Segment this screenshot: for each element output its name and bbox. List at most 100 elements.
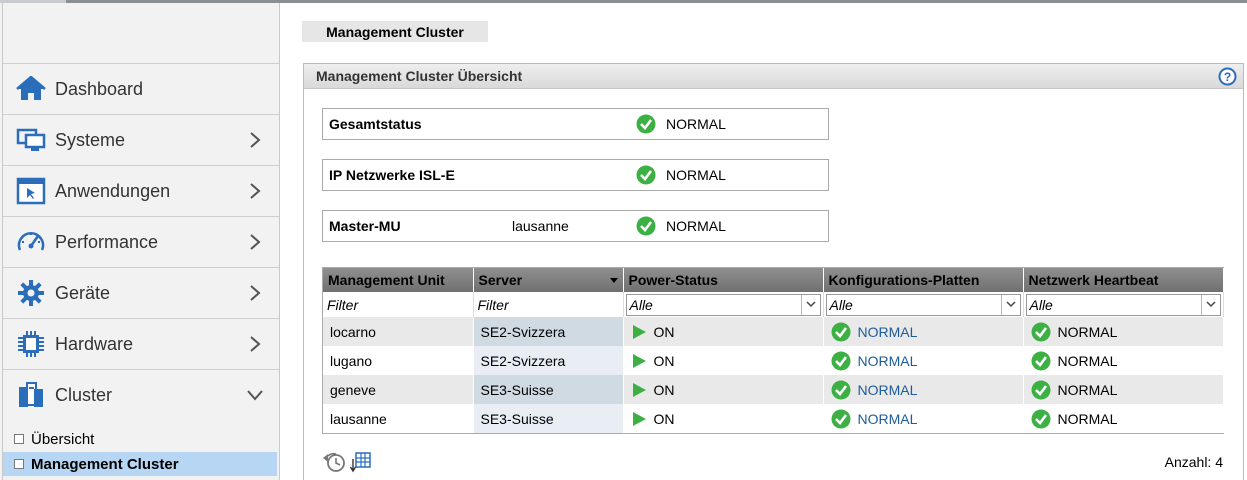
help-icon[interactable]: ? — [1218, 67, 1237, 86]
table-footer-toolbar — [322, 451, 372, 473]
check-circle-icon — [636, 165, 656, 185]
status-state-text: NORMAL — [666, 167, 726, 183]
unit-filter-input[interactable]: Filter — [325, 297, 471, 313]
sidebar-subitem-label: Übersicht — [31, 430, 95, 448]
play-icon — [632, 353, 646, 368]
sidebar-subitem-management-cluster[interactable]: Management Cluster — [3, 452, 277, 476]
heartbeat-text: NORMAL — [1057, 352, 1118, 369]
sidebar-subitem-label: Management Cluster — [31, 455, 179, 473]
chevron-right-icon — [250, 183, 261, 199]
chevron-down-icon — [1200, 294, 1220, 315]
chevron-down-icon — [1000, 294, 1020, 315]
chevron-down-icon — [800, 294, 820, 315]
cell-unit: locarno — [323, 317, 474, 346]
column-header-power-status[interactable]: Power-Status — [623, 268, 824, 292]
config-link[interactable]: NORMAL — [858, 382, 918, 398]
cell-heartbeat: NORMAL — [1023, 317, 1224, 346]
cell-heartbeat: NORMAL — [1023, 404, 1224, 433]
select-value: Alle — [629, 296, 653, 313]
table-header-row: Management Unit Server Power-Status Konf… — [323, 268, 1224, 292]
bullet-box-icon — [14, 434, 24, 444]
svg-text:?: ? — [1224, 70, 1231, 84]
sidebar-item-label: Cluster — [55, 384, 113, 405]
server-filter-input[interactable]: Filter — [476, 297, 621, 313]
power-status-filter-select[interactable]: Alle — [625, 293, 821, 316]
config-link[interactable]: NORMAL — [858, 324, 918, 340]
status-label: Gesamtstatus — [329, 116, 422, 132]
sidebar-item-label: Hardware — [55, 333, 134, 354]
status-state: NORMAL — [636, 216, 726, 236]
chip-icon — [15, 328, 47, 360]
application-window-icon — [15, 175, 47, 207]
sidebar-item-geraete[interactable]: Geräte — [3, 267, 279, 318]
cell-server: SE3-Suisse — [473, 404, 624, 433]
cell-unit: lugano — [323, 346, 474, 375]
cluster-icon — [15, 379, 47, 411]
sidebar-item-label: Performance — [55, 231, 159, 252]
config-link[interactable]: NORMAL — [858, 411, 918, 427]
check-circle-icon — [831, 409, 850, 428]
heartbeat-text: NORMAL — [1057, 381, 1118, 398]
heartbeat-filter-select[interactable]: Alle — [1025, 293, 1221, 316]
check-circle-icon — [1031, 409, 1050, 428]
column-header-konfigurations-platten[interactable]: Konfigurations-Platten — [823, 268, 1024, 292]
check-circle-icon — [636, 114, 656, 134]
check-circle-icon — [831, 380, 850, 399]
cell-heartbeat: NORMAL — [1023, 346, 1224, 375]
sidebar-item-label: Anwendungen — [55, 180, 171, 201]
cell-config: NORMAL — [823, 375, 1024, 404]
sidebar-item-cluster[interactable]: Cluster — [3, 369, 279, 420]
chevron-down-icon — [247, 390, 263, 401]
status-state: NORMAL — [636, 165, 726, 185]
config-link[interactable]: NORMAL — [858, 353, 918, 369]
cell-power: ON — [623, 317, 824, 346]
check-circle-icon — [831, 351, 850, 370]
select-value: Alle — [829, 296, 853, 313]
check-circle-icon — [1031, 322, 1050, 341]
column-header-netzwerk-heartbeat[interactable]: Netzwerk Heartbeat — [1023, 268, 1224, 292]
status-label: IP Netzwerke ISL-E — [329, 167, 455, 183]
sidebar: Dashboard Systeme Anwendungen Performanc… — [0, 3, 280, 480]
chevron-right-icon — [250, 285, 261, 301]
refresh-history-icon[interactable] — [322, 451, 348, 473]
sidebar-subitem-uebersicht[interactable]: Übersicht — [3, 427, 277, 451]
config-filter-select[interactable]: Alle — [825, 293, 1021, 316]
heartbeat-text: NORMAL — [1057, 323, 1118, 340]
table-row[interactable]: lugano SE2-Svizzera ON NORMAL NORMAL — [323, 346, 1224, 375]
table-row[interactable]: geneve SE3-Suisse ON NORMAL NORMAL — [323, 375, 1224, 404]
page-title-tab[interactable]: Management Cluster — [302, 21, 488, 42]
column-header-management-unit[interactable]: Management Unit — [323, 268, 474, 292]
gauge-icon — [15, 226, 47, 258]
power-text: ON — [653, 323, 675, 340]
cell-server: SE2-Svizzera — [473, 317, 624, 346]
power-text: ON — [653, 352, 675, 369]
table-row[interactable]: lausanne SE3-Suisse ON NORMAL NORMAL — [323, 404, 1224, 433]
column-header-server[interactable]: Server — [473, 268, 624, 292]
cell-server: SE2-Svizzera — [473, 346, 624, 375]
table-export-icon[interactable] — [350, 451, 372, 473]
cell-server: SE3-Suisse — [473, 375, 624, 404]
play-icon — [632, 324, 646, 339]
sidebar-item-hardware[interactable]: Hardware — [3, 318, 279, 369]
check-circle-icon — [636, 216, 656, 236]
cell-power: ON — [623, 375, 824, 404]
cell-config: NORMAL — [823, 346, 1024, 375]
sidebar-item-performance[interactable]: Performance — [3, 216, 279, 267]
sidebar-item-anwendungen[interactable]: Anwendungen — [3, 165, 279, 216]
row-count: Anzahl: 4 — [1164, 454, 1223, 470]
sidebar-item-systeme[interactable]: Systeme — [3, 114, 279, 165]
select-value: Alle — [1029, 296, 1053, 313]
status-state: NORMAL — [636, 114, 726, 134]
panel-header: Management Cluster Übersicht ? — [304, 64, 1243, 89]
management-unit-table: Management Unit Server Power-Status Konf… — [322, 267, 1224, 434]
status-box-master-mu: Master-MU lausanne NORMAL — [322, 210, 829, 242]
check-circle-icon — [831, 322, 850, 341]
status-label: Master-MU — [329, 218, 401, 234]
table-row[interactable]: locarno SE2-Svizzera ON NORMAL NORMAL — [323, 317, 1224, 346]
sidebar-item-label: Systeme — [55, 129, 126, 150]
sidebar-item-dashboard[interactable]: Dashboard — [3, 63, 279, 114]
heartbeat-text: NORMAL — [1057, 410, 1118, 427]
bullet-box-icon — [14, 459, 24, 469]
power-text: ON — [653, 381, 675, 398]
column-header-label: Server — [478, 272, 523, 288]
